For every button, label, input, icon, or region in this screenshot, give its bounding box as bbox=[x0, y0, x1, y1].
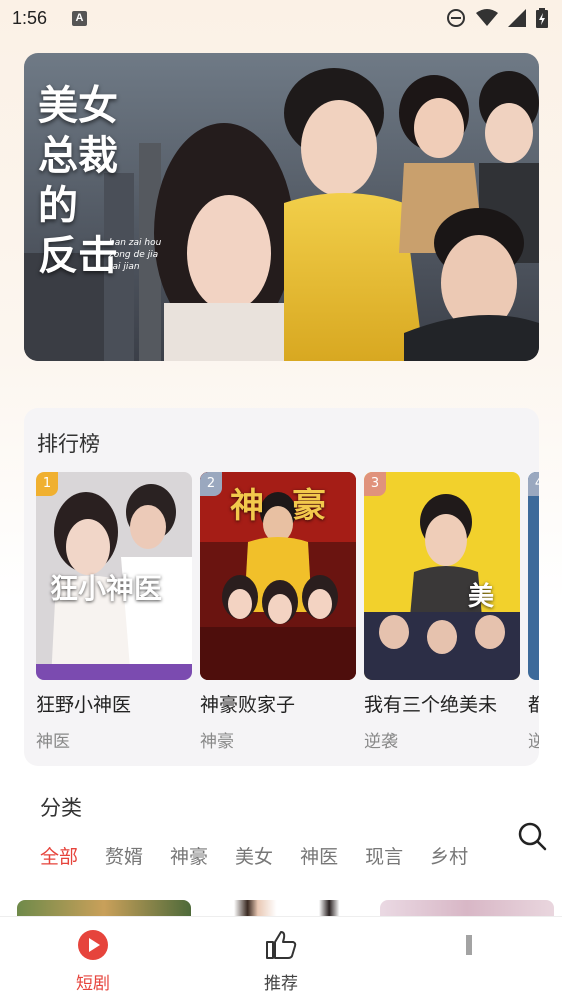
category-tabs: 全部 赘婿 神豪 美女 神医 现言 乡村 bbox=[40, 842, 495, 869]
category-tab-xiangcun[interactable]: 乡村 bbox=[430, 842, 468, 869]
category-tab-zhuixu[interactable]: 赘婿 bbox=[105, 842, 143, 869]
battery-icon bbox=[536, 8, 548, 28]
category-tab-meinv[interactable]: 美女 bbox=[235, 842, 273, 869]
rank-badge: 1 bbox=[36, 472, 58, 496]
status-time: 1:56 bbox=[12, 8, 48, 28]
tab-icon bbox=[466, 935, 472, 955]
status-bar: 1:56 A bbox=[0, 0, 562, 36]
rank-item-tag: 逆 bbox=[528, 732, 539, 752]
tab-label: 推荐 bbox=[264, 974, 298, 994]
rank-badge: 2 bbox=[200, 472, 222, 496]
rank-item-tag: 逆袭 bbox=[364, 732, 398, 752]
rank-item-tag: 神豪 bbox=[200, 732, 234, 752]
notification-a-icon: A bbox=[72, 11, 87, 26]
rank-item-1[interactable]: 1 狂小神医 狂野小神医 神医 bbox=[36, 472, 192, 752]
rank-badge: 3 bbox=[364, 472, 386, 496]
rank-item-tag: 神医 bbox=[36, 732, 70, 752]
ranking-title: 排行榜 bbox=[37, 432, 100, 456]
banner-pinyin: han zai hou zong de jia tai jian bbox=[109, 238, 162, 272]
wifi-icon bbox=[476, 9, 498, 26]
ranking-section: 排行榜 1 狂小神医 狂野小神医 神医 2 神豪 神豪败家子 神豪 3 美 我有… bbox=[24, 408, 539, 766]
rank-poster[interactable]: 4 bbox=[528, 472, 539, 680]
rank-poster[interactable]: 2 神豪 bbox=[200, 472, 356, 680]
rank-item-name: 狂野小神医 bbox=[36, 694, 132, 716]
search-icon[interactable] bbox=[516, 820, 548, 852]
thumbs-up-icon bbox=[266, 931, 297, 959]
category-tab-shenyi[interactable]: 神医 bbox=[300, 842, 338, 869]
category-tab-all[interactable]: 全部 bbox=[40, 842, 78, 869]
rank-poster[interactable]: 1 狂小神医 bbox=[36, 472, 192, 680]
poster-title-text: 神豪 bbox=[230, 486, 354, 526]
rank-item-name: 都 bbox=[528, 694, 539, 716]
poster-title-text: 狂小神医 bbox=[50, 572, 163, 605]
tab-label: 短剧 bbox=[76, 974, 110, 994]
rank-item-3[interactable]: 3 美 我有三个绝美未 逆袭 bbox=[364, 472, 520, 752]
tab-recommend[interactable]: 推荐 bbox=[221, 929, 341, 994]
poster-title-text: 美 bbox=[468, 582, 495, 612]
category-tab-xianyan[interactable]: 现言 bbox=[365, 842, 403, 869]
play-circle-icon bbox=[78, 930, 108, 960]
category-tab-shenhao[interactable]: 神豪 bbox=[170, 842, 208, 869]
rank-item-4[interactable]: 4 都 逆 bbox=[528, 472, 539, 752]
rank-item-2[interactable]: 2 神豪 神豪败家子 神豪 bbox=[200, 472, 356, 752]
rank-poster[interactable]: 3 美 bbox=[364, 472, 520, 680]
rank-item-name: 我有三个绝美未 bbox=[364, 694, 498, 716]
rank-item-name: 神豪败家子 bbox=[200, 694, 296, 716]
hero-banner[interactable]: 美女 总裁 的 反击 han zai hou zong de jia tai j… bbox=[24, 53, 539, 361]
bottom-tab-bar: 短剧 推荐 bbox=[0, 916, 562, 1001]
signal-icon bbox=[508, 9, 526, 27]
rank-badge: 4 bbox=[528, 472, 539, 496]
do-not-disturb-icon bbox=[447, 9, 465, 27]
tab-short-drama[interactable]: 短剧 bbox=[33, 929, 153, 994]
category-title: 分类 bbox=[40, 796, 82, 820]
tab-profile[interactable] bbox=[408, 929, 528, 965]
